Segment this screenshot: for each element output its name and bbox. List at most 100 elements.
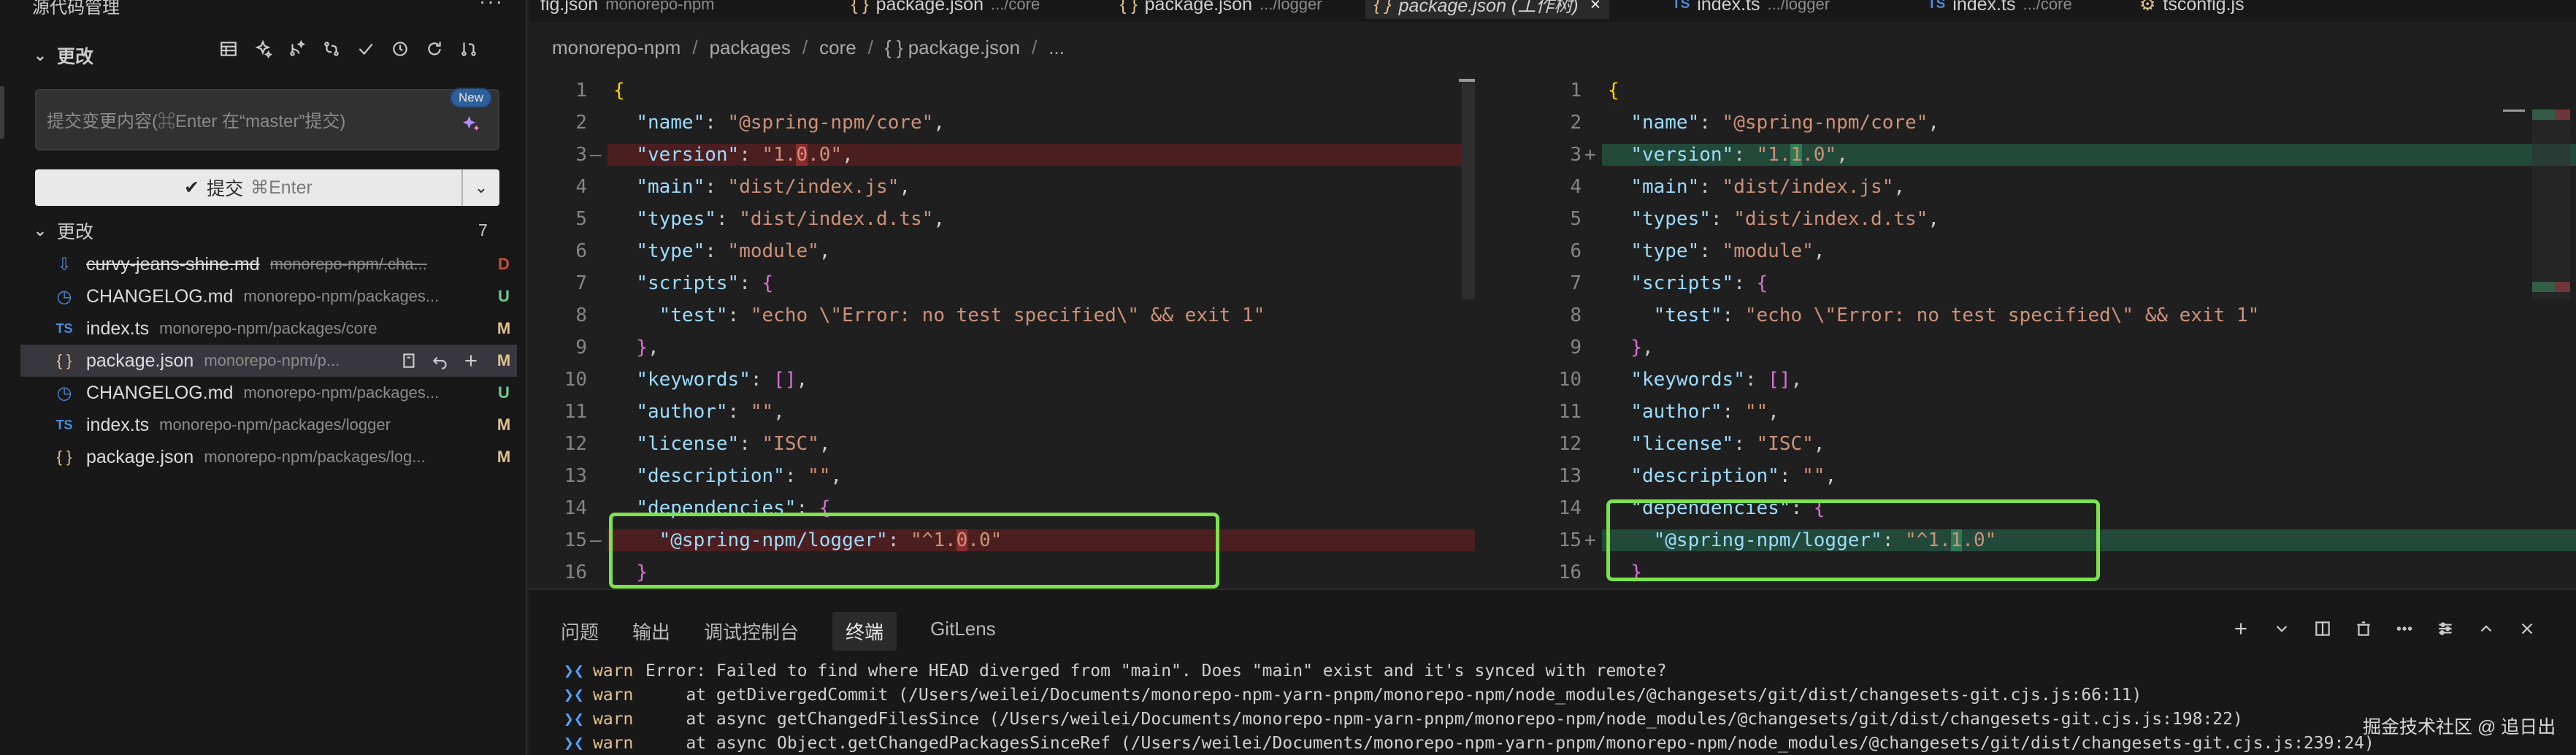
sparkle-commit-icon[interactable]: [253, 39, 272, 58]
commit-message-input[interactable]: [47, 110, 456, 134]
view-as-tree-icon[interactable]: [219, 39, 238, 58]
panel-tab[interactable]: 终端: [832, 612, 897, 651]
clock-icon: ◷: [56, 383, 72, 403]
code-line[interactable]: 2 "name": "@spring-npm/core",: [529, 107, 1475, 139]
code-line[interactable]: 1{: [1523, 79, 2576, 107]
new-terminal-icon[interactable]: [2231, 619, 2250, 642]
maximize-panel-icon[interactable]: [2477, 619, 2496, 642]
line-number: 14: [1558, 497, 1582, 519]
code-line[interactable]: 4 "main": "dist/index.js",: [529, 171, 1475, 203]
code-line[interactable]: 3— "version": "1.0.0",: [529, 139, 1475, 171]
editor-tab[interactable]: TS index.ts .../core: [1928, 0, 2072, 19]
commit-dropdown-button[interactable]: ⌄: [461, 169, 499, 206]
trash-icon[interactable]: [2354, 619, 2373, 642]
panel-tab[interactable]: 问题: [561, 612, 599, 651]
panel-tab[interactable]: 输出: [632, 612, 670, 651]
code-line[interactable]: 1{: [529, 79, 1475, 107]
changed-file-row[interactable]: ◷ CHANGELOG.md monorepo-npm/packages... U: [20, 377, 517, 409]
close-tab-icon[interactable]: ×: [1590, 0, 1601, 15]
changes-group-header[interactable]: ⌄ 更改: [32, 215, 93, 247]
check-commit-icon[interactable]: [356, 39, 375, 58]
code-line[interactable]: 12 "license": "ISC",: [1523, 428, 2576, 460]
code-line[interactable]: 6 "type": "module",: [529, 235, 1475, 267]
code-line[interactable]: 10 "keywords": [],: [529, 364, 1475, 396]
code-line[interactable]: 13 "description": "",: [1523, 460, 2576, 492]
code-line[interactable]: 8 "test": "echo \"Error: no test specifi…: [529, 299, 1475, 331]
code-line[interactable]: 8 "test": "echo \"Error: no test specifi…: [1523, 299, 2576, 331]
file-name: CHANGELOG.md: [86, 382, 234, 403]
file-status-badge: U: [498, 383, 510, 402]
history-icon[interactable]: [391, 39, 410, 58]
code-line[interactable]: 10 "keywords": [],: [1523, 364, 2576, 396]
sidebar-more-button[interactable]: ···: [479, 0, 504, 13]
code-line[interactable]: 5 "types": "dist/index.d.ts",: [529, 203, 1475, 235]
stage-changes-icon[interactable]: [461, 351, 480, 370]
terminal-log-level: warn: [593, 685, 634, 705]
discard-changes-icon[interactable]: [431, 351, 450, 370]
terminal-log-level: warn: [593, 661, 634, 681]
file-status-badge: M: [497, 415, 511, 434]
editor-tab[interactable]: { } package.json .../core: [851, 0, 1040, 19]
code-line[interactable]: 5 "types": "dist/index.d.ts",: [1523, 203, 2576, 235]
changed-file-row[interactable]: { } package.json monorepo-npm/p... M: [20, 345, 517, 377]
breadcrumb-item[interactable]: monorepo-npm: [552, 37, 681, 59]
file-status-badge: D: [498, 255, 510, 273]
json-icon: { }: [56, 448, 72, 466]
commit-button-main[interactable]: ✔ 提交 ⌘Enter: [35, 169, 461, 206]
changed-file-row[interactable]: TS index.ts monorepo-npm/packages/logger M: [20, 409, 517, 441]
code-text: {: [613, 80, 625, 101]
breadcrumb-separator: /: [1031, 37, 1038, 58]
breadcrumb-item[interactable]: core: [819, 37, 856, 59]
left-editor-scrollbar[interactable]: [1462, 80, 1475, 299]
code-line[interactable]: 4 "main": "dist/index.js",: [1523, 171, 2576, 203]
line-number: 3: [575, 144, 587, 166]
code-line[interactable]: 9 },: [1523, 331, 2576, 364]
editor-tab[interactable]: { } package.json .../logger: [1120, 0, 1322, 19]
changed-file-row[interactable]: ◷ CHANGELOG.md monorepo-npm/packages... U: [20, 280, 517, 313]
tab-description: .../core: [990, 0, 1040, 13]
changed-file-row[interactable]: TS index.ts monorepo-npm/packages/core M: [20, 313, 517, 345]
diff-original-editor[interactable]: 1{2 "name": "@spring-npm/core", 3— "versi…: [529, 79, 1475, 584]
open-file-icon[interactable]: [400, 351, 419, 370]
breadcrumb-item[interactable]: packages: [710, 37, 791, 59]
changes-section-header[interactable]: ⌄ 更改: [32, 39, 93, 72]
code-line[interactable]: 12 "license": "ISC",: [529, 428, 1475, 460]
more-actions-icon[interactable]: [2395, 619, 2414, 642]
changed-file-row[interactable]: ⇩ curvy-jeans-shine.md monorepo-npm/.cha..…: [20, 248, 517, 280]
close-panel-icon[interactable]: [2518, 619, 2537, 642]
editor-tab[interactable]: ⚙ tsconfig.js: [2139, 0, 2245, 19]
code-line[interactable]: 11 "author": "",: [529, 396, 1475, 428]
changeset-butterfly-icon: ❯❮: [564, 709, 584, 729]
ai-generate-sparkle-icon[interactable]: [460, 112, 482, 134]
code-line[interactable]: 13 "description": "",: [529, 460, 1475, 492]
changed-file-row[interactable]: { } package.json monorepo-npm/packages/log…: [20, 441, 517, 473]
code-line[interactable]: 7 "scripts": {: [529, 267, 1475, 299]
right-editor-scrollbar[interactable]: [2532, 110, 2570, 299]
settings-sliders-icon[interactable]: [2436, 619, 2455, 642]
editor-tab[interactable]: fig.json monorepo-npm: [540, 0, 714, 19]
editor-tab[interactable]: TS index.ts .../logger: [1672, 0, 1830, 19]
chevron-down-icon[interactable]: [2272, 619, 2291, 642]
code-line[interactable]: 9 },: [529, 331, 1475, 364]
code-line[interactable]: 11 "author": "",: [1523, 396, 2576, 428]
line-number: 16: [1558, 562, 1582, 583]
editor-tab[interactable]: { } package.json (工作树) ×: [1365, 0, 1610, 19]
git-compare-icon[interactable]: [322, 39, 341, 58]
code-line[interactable]: 6 "type": "module",: [1523, 235, 2576, 267]
panel-tab[interactable]: GitLens: [930, 612, 996, 651]
code-line[interactable]: 3 + "version": "1.1.0",: [1523, 139, 2576, 171]
branch-sparkle-icon[interactable]: [288, 39, 307, 58]
bottom-panel: 问题 输出 调试控制台 终端 GitLens ❯❮ warn Error: Failed t…: [529, 589, 2576, 755]
diff-marker: —: [590, 529, 602, 551]
commit-button[interactable]: ✔ 提交 ⌘Enter ⌄: [35, 169, 499, 206]
panel-tab[interactable]: 调试控制台: [704, 612, 799, 651]
pull-request-icon[interactable]: [459, 39, 478, 58]
code-line[interactable]: 2 "name": "@spring-npm/core",: [1523, 107, 2576, 139]
breadcrumb-item[interactable]: { } package.json: [885, 37, 1020, 59]
tab-description: .../logger: [1767, 0, 1831, 13]
refresh-icon[interactable]: [425, 39, 444, 58]
ts-icon: TS: [55, 321, 73, 336]
code-line[interactable]: 7 "scripts": {: [1523, 267, 2576, 299]
breadcrumb-item[interactable]: ...: [1049, 37, 1065, 59]
split-terminal-icon[interactable]: [2313, 619, 2332, 642]
